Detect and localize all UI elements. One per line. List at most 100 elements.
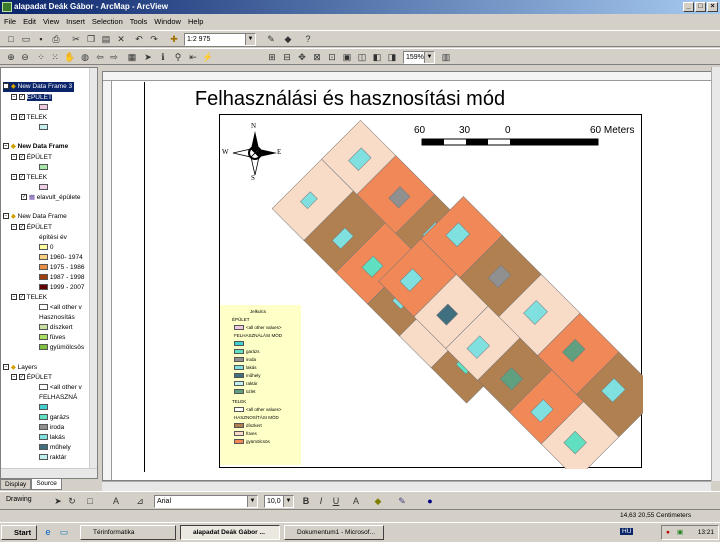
full-extent-icon[interactable]: ◍ [79,51,91,63]
layer-checkbox[interactable]: ✓ [18,294,25,301]
expand-toggle[interactable]: − [3,83,9,90]
layout-fixed-zoom-out-icon[interactable]: ⊡ [326,51,338,63]
toc-class-item[interactable]: 1999 - 2007 [39,283,85,293]
layout-zoom-combo[interactable]: 159% ▼ [403,51,435,64]
toc-layer-row[interactable]: − ✓ ÉPÜLET [11,373,52,383]
rectangle-icon[interactable]: □ [84,495,96,507]
toc-class-item[interactable]: gyümölcsös [39,343,84,353]
close-button[interactable]: × [707,2,718,12]
menu-help[interactable]: Help [188,17,203,26]
fill-color-icon[interactable]: ◆ [372,495,384,507]
measure-icon[interactable]: ⇤ [187,51,199,63]
expand-toggle[interactable]: − [3,364,9,371]
expand-toggle[interactable]: − [11,294,17,301]
toc-layer-row[interactable]: − ✓ ÉPÜLET [11,153,52,163]
fixed-zoom-out-icon[interactable]: ⁙ [49,51,61,63]
toc-class-item[interactable]: <all other v [39,383,82,393]
copy-icon[interactable]: ❐ [85,33,97,45]
toc-vertical-scrollbar[interactable] [89,68,97,468]
chevron-down-icon[interactable]: ▼ [247,496,257,507]
layer-checkbox[interactable]: ✓ [18,94,25,101]
undo-icon[interactable]: ↶ [133,33,145,45]
quick-launch-desktop-icon[interactable]: ▭ [58,526,70,538]
back-icon[interactable]: ⇦ [94,51,106,63]
layout-fixed-zoom-in-icon[interactable]: ⊠ [311,51,323,63]
chevron-down-icon[interactable]: ▼ [283,496,293,507]
pan-icon[interactable]: ✋ [64,51,76,63]
toc-frame-row[interactable]: − ◆ New Data Frame 3 [3,82,75,92]
maximize-button[interactable]: □ [695,2,706,12]
menu-window[interactable]: Window [154,17,181,26]
expand-toggle[interactable]: − [11,174,17,181]
layout-zoom-in-icon[interactable]: ⊞ [266,51,278,63]
toc-class-item[interactable]: garázs [39,413,69,423]
toc-layer-row[interactable]: − ✓ ÉPÜLET [11,223,52,233]
arctoolbox-icon[interactable]: ◆ [282,33,294,45]
toc-frame-row[interactable]: − ◆ Layers [3,363,37,373]
expand-toggle[interactable]: − [11,154,17,161]
hyperlink-icon[interactable]: ⚡ [202,51,214,63]
zoom-100-icon[interactable]: ◫ [356,51,368,63]
menu-file[interactable]: File [4,17,16,26]
toc-layer-row[interactable]: − ✓ TELEK [11,113,47,123]
select-elements-icon[interactable]: ➤ [52,495,64,507]
toc-class-item[interactable]: műhely [39,443,71,453]
menu-view[interactable]: View [43,17,59,26]
underline-button[interactable]: U [330,495,342,507]
toc-symbol[interactable] [39,163,48,173]
toc-layer-row[interactable]: − ✓ ÉPÜLET [11,93,52,103]
font-color-icon[interactable]: A [350,495,362,507]
toc-class-item[interactable]: lakás [39,433,65,443]
toc-symbol[interactable] [39,183,48,193]
taskbar-item-terinformatika[interactable]: Térinformatika [80,525,176,540]
find-icon[interactable]: ⚲ [172,51,184,63]
map-legend[interactable]: Jelkulcs ÉPÜLET <all other values> FELHA… [220,305,301,465]
toc-class-item[interactable]: díszkert [39,323,73,333]
language-indicator[interactable]: HU [620,528,634,535]
expand-toggle[interactable]: − [11,94,17,101]
toc-class-item[interactable]: 1987 - 1998 [39,273,85,283]
toc-class-item[interactable]: füves [39,333,65,343]
minimize-button[interactable]: _ [683,2,694,12]
toc-layer-row[interactable]: − ✓ TELEK [11,293,47,303]
toc-layer-row[interactable]: ✓ ▦ elavult_épülete [21,193,81,203]
new-document-icon[interactable]: □ [5,33,17,45]
toc-class-item[interactable] [39,403,48,413]
layout-vertical-scrollbar[interactable] [711,67,720,481]
delete-icon[interactable]: ✕ [115,33,127,45]
layer-checkbox[interactable]: ✓ [18,174,25,181]
menu-tools[interactable]: Tools [130,17,148,26]
layer-checkbox[interactable]: ✓ [18,114,25,121]
toc-symbol[interactable] [39,123,48,133]
taskbar-item-arcmap[interactable]: alapadat Deák Gábor ... [180,525,280,540]
toc-class-item[interactable]: iroda [39,423,64,433]
select-elements-icon[interactable]: ➤ [142,51,154,63]
menu-selection[interactable]: Selection [92,17,123,26]
expand-toggle[interactable]: − [11,224,17,231]
toc-class-item[interactable]: raktár [39,453,66,463]
window-title-bar[interactable]: alapadat Deák Gábor - ArcMap - ArcView _… [0,0,720,14]
drawing-menu[interactable]: Drawing [6,496,32,503]
map-title[interactable]: Felhasználási és hasznosítási mód [150,88,550,111]
expand-toggle[interactable]: − [3,143,9,150]
layout-zoom-out-icon[interactable]: ⊟ [281,51,293,63]
layout-pan-icon[interactable]: ✥ [296,51,308,63]
antivirus-tray-icon[interactable]: ● [666,526,670,539]
cut-icon[interactable]: ✂ [70,33,82,45]
layer-checkbox[interactable]: ✓ [21,194,27,201]
line-color-icon[interactable]: ✎ [396,495,408,507]
layer-checkbox[interactable]: ✓ [18,154,25,161]
toc-horizontal-scrollbar[interactable] [1,468,97,478]
toc-class-item[interactable]: <all other v [39,303,82,313]
layout-horizontal-scrollbar[interactable] [102,481,711,491]
toc-frame-row[interactable]: − ◆ New Data Frame [3,142,68,152]
menu-edit[interactable]: Edit [23,17,36,26]
rotate-icon[interactable]: ↻ [66,495,78,507]
tab-source[interactable]: Source [31,479,62,490]
toc-symbol[interactable] [39,103,48,113]
layout-forward-icon[interactable]: ◨ [386,51,398,63]
zoom-out-icon[interactable]: ⊖ [19,51,31,63]
identify-icon[interactable]: ℹ [157,51,169,63]
open-folder-icon[interactable]: ▭ [20,33,32,45]
redo-icon[interactable]: ↷ [148,33,160,45]
